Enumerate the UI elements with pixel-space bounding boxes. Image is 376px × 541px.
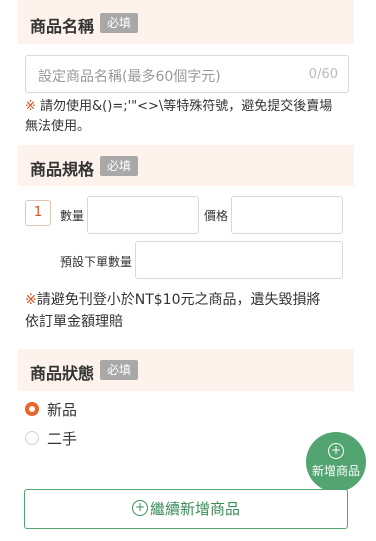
char-counter: 0/60	[308, 67, 338, 82]
name-section-title: 商品名稱	[30, 17, 95, 36]
continue-add-product-button[interactable]: + 繼續新增商品	[24, 489, 348, 529]
plus-circle-icon: +	[328, 443, 344, 459]
warning-mark: ※	[25, 99, 36, 114]
product-name-placeholder: 設定商品名稱(最多60個字元)	[38, 69, 221, 85]
quantity-label: 數量	[60, 209, 85, 223]
default-order-quantity-label: 預設下單數量	[60, 255, 133, 269]
quantity-input[interactable]	[87, 196, 199, 234]
radio-new-label[interactable]: 新品	[47, 399, 77, 420]
name-warning: ※ 請勿使用&()=;'"<>\等特殊符號，避免提交後賣場 無法使用。	[25, 97, 355, 137]
name-warning-line2: 無法使用。	[25, 119, 91, 134]
price-label: 價格	[204, 209, 229, 223]
radio-new[interactable]	[25, 402, 39, 416]
required-badge: 必填	[100, 13, 139, 33]
spec-section-header: 商品規格 必填	[18, 145, 354, 186]
plus-circle-icon: +	[131, 499, 148, 516]
required-badge: 必填	[100, 360, 139, 380]
required-badge: 必填	[100, 156, 139, 176]
condition-section-title: 商品狀態	[30, 364, 95, 383]
spec-section-title: 商品規格	[30, 160, 95, 179]
add-product-fab-label: 新增商品	[311, 464, 360, 478]
product-name-input[interactable]: 設定商品名稱(最多60個字元) 0/60	[25, 55, 349, 93]
default-order-quantity-input[interactable]	[135, 241, 343, 279]
name-section-header: 商品名稱 必填	[18, 0, 354, 44]
add-product-fab[interactable]: + 新增商品	[306, 432, 366, 492]
name-warning-line1: 請勿使用&()=;'"<>\等特殊符號，避免提交後賣場	[35, 99, 333, 114]
warning-mark: ※	[25, 292, 37, 308]
radio-used[interactable]	[25, 431, 39, 445]
condition-section-header: 商品狀態 必填	[18, 349, 354, 391]
spec-index: 1	[25, 200, 51, 226]
spec-warning-line1: 請避免刊登小於NT$10元之商品，遺失毀損將	[36, 292, 321, 308]
price-input[interactable]	[231, 196, 343, 234]
spec-warning-line2: 依訂單金額理賠	[25, 314, 123, 330]
spec-warning: ※請避免刊登小於NT$10元之商品，遺失毀損將 依訂單金額理賠	[25, 289, 360, 333]
radio-used-label[interactable]: 二手	[47, 428, 77, 449]
continue-add-product-label: 繼續新增商品	[149, 500, 240, 518]
